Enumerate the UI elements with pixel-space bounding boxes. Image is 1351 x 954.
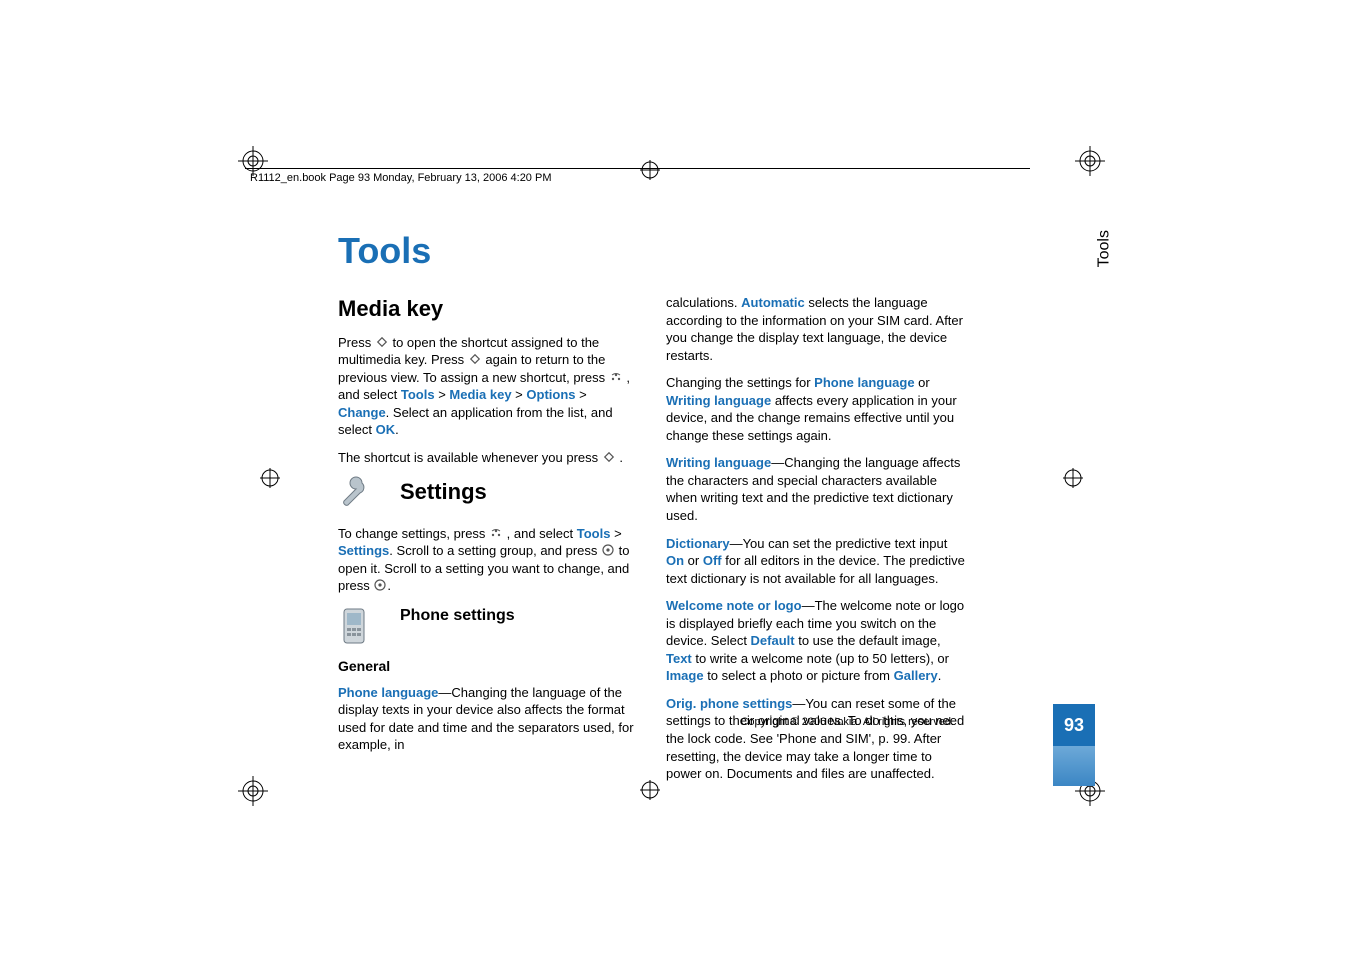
registration-mark-icon <box>238 776 268 806</box>
crosshair-icon <box>260 468 280 488</box>
crosshair-icon <box>1063 468 1083 488</box>
page-number: 93 <box>1053 704 1095 746</box>
crosshair-icon <box>640 160 660 180</box>
heading-settings: Settings <box>400 477 638 507</box>
copyright-line: Copyright © 2006 Nokia. All rights reser… <box>338 716 954 728</box>
heading-general: General <box>338 657 638 676</box>
thumb-tab-strip <box>1053 746 1095 786</box>
heading-media-key: Media key <box>338 294 638 324</box>
chapter-title: Tools <box>338 230 998 272</box>
side-tab-label: Tools <box>1095 230 1113 267</box>
header-rule <box>245 168 1030 169</box>
paragraph: To change settings, press , and select T… <box>338 525 638 595</box>
paragraph: Writing language—Changing the language a… <box>666 454 966 524</box>
menu-key-icon <box>489 526 503 540</box>
paragraph: Dictionary—You can set the predictive te… <box>666 535 966 588</box>
nav-key-icon <box>373 578 387 592</box>
paragraph: Orig. phone settings—You can reset some … <box>666 695 966 783</box>
paragraph: Welcome note or logo—The welcome note or… <box>666 597 966 685</box>
settings-wrench-icon <box>334 473 376 515</box>
phone-device-icon <box>334 605 376 647</box>
diamond-key-icon <box>375 335 389 349</box>
running-header: R1112_en.book Page 93 Monday, February 1… <box>250 172 551 184</box>
paragraph: The shortcut is available whenever you p… <box>338 449 638 467</box>
heading-phone-settings: Phone settings <box>400 605 638 627</box>
diamond-key-icon <box>468 352 482 366</box>
menu-key-icon <box>609 370 623 384</box>
nav-key-icon <box>601 543 615 557</box>
diamond-key-icon <box>602 450 616 464</box>
paragraph: Press to open the shortcut assigned to t… <box>338 334 638 439</box>
paragraph: Changing the settings for Phone language… <box>666 374 966 444</box>
registration-mark-icon <box>1075 146 1105 176</box>
paragraph: calculations. Automatic selects the lang… <box>666 294 966 364</box>
